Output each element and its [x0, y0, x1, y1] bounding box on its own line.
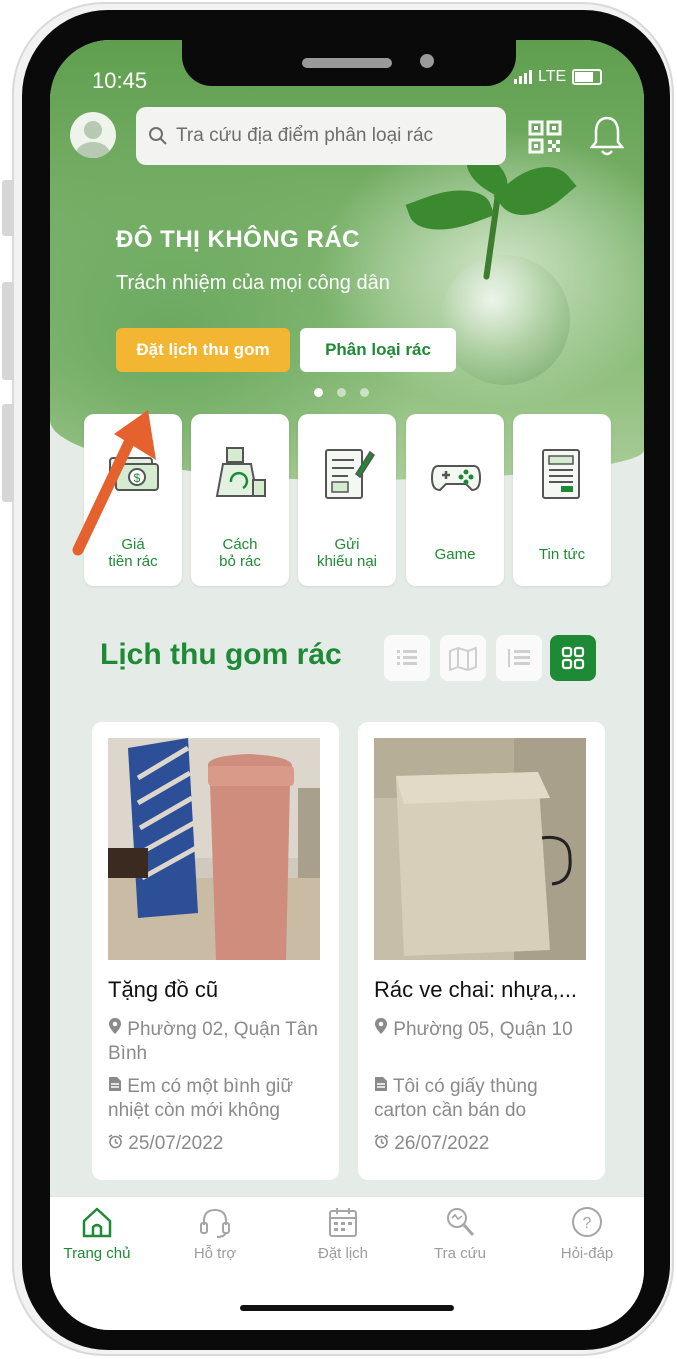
- alarm-clock-icon: [374, 1134, 389, 1149]
- recycle-bag-icon: [215, 447, 266, 497]
- card-date: 25/07/2022: [108, 1132, 328, 1156]
- card-title: Rác ve chai: nhựa,...: [374, 977, 578, 1002]
- status-time: 10:45: [92, 68, 148, 93]
- tab-home[interactable]: Trang chủ: [50, 1205, 152, 1262]
- notch: [182, 40, 516, 86]
- tab-label: Hỗ trợ: [193, 1245, 237, 1262]
- location-pin-icon: [375, 1018, 387, 1034]
- book-collection-button[interactable]: Đặt lịch thu gom: [116, 328, 290, 372]
- feature-news[interactable]: Tin tức: [513, 414, 611, 586]
- carousel-dots[interactable]: [314, 388, 369, 397]
- leaf-illustration: [405, 177, 495, 243]
- tab-support[interactable]: Hỗ trợ: [160, 1205, 270, 1262]
- document-icon: [375, 1077, 387, 1091]
- collection-card[interactable]: Rác ve chai: nhựa,... Phường 05, Quận 10…: [358, 722, 605, 1180]
- card-date: 26/07/2022: [374, 1132, 594, 1156]
- annotation-arrow-icon: [72, 410, 156, 556]
- volume-up-button: [2, 282, 14, 380]
- complaint-form-icon: [325, 449, 376, 499]
- avatar[interactable]: [70, 112, 116, 158]
- signal-icon: [514, 70, 532, 84]
- card-description: Tôi có giấy thùng carton cần bán do: [374, 1076, 538, 1121]
- sort-waste-button[interactable]: Phân loại rác: [300, 328, 456, 372]
- grid-view-icon: [561, 646, 585, 670]
- search-input[interactable]: Tra cứu địa điểm phân loại rác: [136, 107, 506, 165]
- bell-icon[interactable]: [590, 114, 624, 158]
- feature-label: Tin tức: [538, 546, 586, 563]
- leaf-illustration: [493, 150, 577, 232]
- numbered-list-icon: [508, 649, 530, 667]
- feature-label: Game: [434, 546, 476, 563]
- list-view-button[interactable]: [384, 635, 430, 681]
- network-type: LTE: [538, 68, 567, 85]
- card-location: Phường 02, Quận Tân Bình: [108, 1018, 318, 1064]
- svg-text:?: ?: [583, 1215, 592, 1232]
- speaker-grille: [302, 58, 392, 68]
- card-photo: [108, 738, 320, 960]
- headset-icon: [200, 1208, 230, 1238]
- search-map-icon: [447, 1208, 475, 1237]
- feature-label: Cách bỏ rác: [219, 536, 261, 570]
- gamepad-icon: [430, 465, 482, 492]
- map-view-button[interactable]: [440, 635, 486, 681]
- document-icon: [109, 1077, 121, 1091]
- grid-view-button[interactable]: [550, 635, 596, 681]
- card-location: Phường 05, Quận 10: [374, 1017, 594, 1042]
- newspaper-icon: [542, 449, 580, 499]
- qr-scan-icon[interactable]: [528, 120, 562, 154]
- search-placeholder: Tra cứu địa điểm phân loại rác: [176, 125, 434, 146]
- status-indicators: LTE: [514, 68, 603, 86]
- search-icon: [149, 127, 167, 145]
- card-photo: [374, 738, 586, 960]
- question-icon: ?: [572, 1207, 602, 1237]
- mute-switch: [2, 180, 14, 236]
- home-icon: [82, 1207, 112, 1238]
- tab-schedule[interactable]: Đặt lịch: [288, 1205, 398, 1262]
- tab-label: Hỏi-đáp: [560, 1245, 614, 1262]
- tab-faq[interactable]: ? Hỏi-đáp: [532, 1205, 642, 1262]
- home-indicator[interactable]: [240, 1305, 454, 1311]
- section-title: Lịch thu gom rác: [100, 638, 342, 671]
- volume-down-button: [2, 404, 14, 502]
- card-description: Em có một bình giữ nhiệt còn mới không: [108, 1076, 294, 1121]
- globe-illustration: [440, 255, 570, 385]
- numbered-list-button[interactable]: [496, 635, 542, 681]
- carton-photo: [374, 738, 586, 960]
- location-pin-icon: [109, 1018, 121, 1034]
- tab-label: Trang chủ: [63, 1245, 131, 1262]
- feature-label: Gửi khiếu nại: [316, 536, 378, 570]
- front-camera: [420, 54, 434, 68]
- carousel-dot-active[interactable]: [314, 388, 323, 397]
- feature-send-complaint[interactable]: Gửi khiếu nại: [298, 414, 396, 586]
- card-title: Tặng đồ cũ: [108, 977, 219, 1002]
- tumbler-photo: [108, 738, 320, 960]
- feature-game[interactable]: Game: [406, 414, 504, 586]
- banner-title: ĐÔ THỊ KHÔNG RÁC: [116, 226, 360, 253]
- map-view-icon: [449, 646, 477, 671]
- banner-subtitle: Trách nhiệm của mọi công dân: [116, 272, 390, 294]
- carousel-dot[interactable]: [337, 388, 346, 397]
- tab-label: Đặt lịch: [317, 1245, 369, 1262]
- carousel-dot[interactable]: [360, 388, 369, 397]
- battery-icon: [572, 69, 603, 85]
- tab-lookup[interactable]: Tra cứu: [405, 1205, 515, 1262]
- collection-card[interactable]: Tặng đồ cũ Phường 02, Quận Tân Bình Em c…: [92, 722, 339, 1180]
- feature-disposal-guide[interactable]: Cách bỏ rác: [191, 414, 289, 586]
- alarm-clock-icon: [108, 1134, 123, 1149]
- app-screen: ĐÔ THỊ KHÔNG RÁC Trách nhiệm của mọi côn…: [50, 40, 644, 1330]
- tab-label: Tra cứu: [434, 1245, 486, 1262]
- list-view-icon: [397, 650, 417, 665]
- calendar-icon: [329, 1208, 357, 1237]
